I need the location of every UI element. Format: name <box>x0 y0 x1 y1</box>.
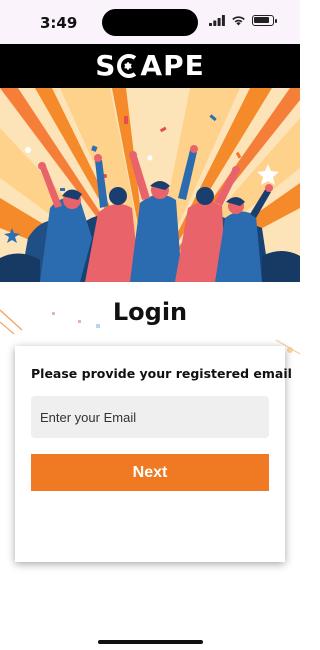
page-title: Login <box>112 298 188 326</box>
scape-logo: S APE <box>95 52 205 80</box>
next-button[interactable]: Next <box>31 454 269 491</box>
logo-letters-ape: APE <box>140 49 205 82</box>
app-header: S APE <box>0 44 300 88</box>
dynamic-island <box>102 9 198 36</box>
hero-illustration <box>0 88 300 282</box>
home-indicator[interactable] <box>98 640 203 644</box>
status-icons <box>209 15 277 26</box>
logo-mark-icon <box>117 54 137 78</box>
status-time: 3:49 <box>40 14 78 32</box>
wifi-icon <box>232 16 245 26</box>
login-card: Please provide your registered email Nex… <box>15 346 292 562</box>
logo-letter-s: S <box>95 49 117 82</box>
status-bar: 3:49 <box>0 0 300 44</box>
celebration-illustration <box>0 88 300 282</box>
cellular-signal-icon <box>209 15 225 26</box>
battery-icon <box>252 15 277 26</box>
email-prompt: Please provide your registered email <box>31 366 292 381</box>
email-input[interactable] <box>31 396 269 438</box>
